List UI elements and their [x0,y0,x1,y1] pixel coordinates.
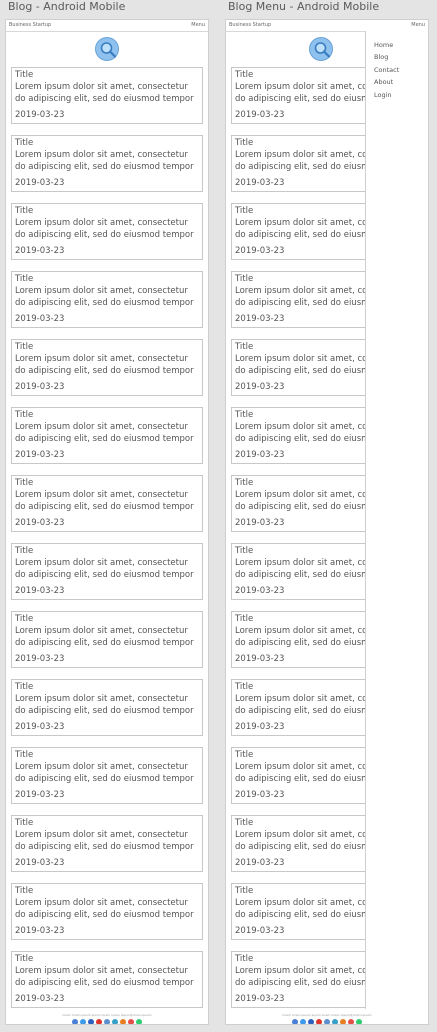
post-excerpt: Lorem ipsum dolor sit amet, consectetur … [15,286,194,308]
social-links [226,1019,428,1024]
post-card[interactable]: Title Lorem ipsum dolor sit amet, consect… [11,679,203,736]
post-title: Title [15,614,34,624]
post-excerpt: Lorem ipsum dolor sit amet, consectetur … [15,490,194,512]
phone-frame-blog-menu: Business Startup Menu Title Lorem ipsum d… [225,19,429,1025]
social-icon[interactable] [128,1019,134,1024]
post-excerpt: Lorem ipsum dolor sit amet, consectetur … [15,218,194,240]
post-date: 2019-03-23 [15,654,65,664]
social-icon[interactable] [104,1019,110,1024]
post-card[interactable]: Title Lorem ipsum dolor sit amet, consect… [11,815,203,872]
post-title: Title [15,410,34,420]
board-title-blog: Blog - Android Mobile [8,0,126,13]
search-icon[interactable] [95,37,119,61]
post-excerpt: Lorem ipsum dolor sit amet, consectetur … [15,694,194,716]
social-icon[interactable] [112,1019,118,1024]
post-date: 2019-03-23 [15,246,65,256]
brand-name[interactable]: Business Startup [9,20,51,31]
post-card[interactable]: Title Lorem ipsum dolor sit amet, consect… [11,883,203,940]
menu-item-about[interactable]: About [374,76,428,88]
social-icon[interactable] [300,1019,306,1024]
board-title-blog-menu: Blog Menu - Android Mobile [228,0,380,13]
post-card[interactable]: Title Lorem ipsum dolor sit amet, consect… [11,339,203,396]
post-card[interactable]: Title Lorem ipsum dolor sit amet, consect… [11,271,203,328]
social-icon[interactable] [324,1019,330,1024]
post-date: 2019-03-23 [15,722,65,732]
social-icon[interactable] [292,1019,298,1024]
post-title: Title [15,274,34,284]
post-date: 2019-03-23 [15,382,65,392]
post-title: Title [15,818,34,828]
brand-name[interactable]: Business Startup [229,20,271,31]
post-excerpt: Lorem ipsum dolor sit amet, consectetur … [15,354,194,376]
post-card[interactable]: Title Lorem ipsum dolor sit amet, consect… [11,747,203,804]
post-date: 2019-03-23 [15,110,65,120]
post-card[interactable]: Title Lorem ipsum dolor sit amet, consect… [11,203,203,260]
post-date: 2019-03-23 [15,858,65,868]
social-icon[interactable] [348,1019,354,1024]
post-excerpt: Lorem ipsum dolor sit amet, consectetur … [15,830,194,852]
post-date: 2019-03-23 [15,450,65,460]
menu-button[interactable]: Menu [191,20,205,31]
post-excerpt: Lorem ipsum dolor sit amet, consectetur … [15,82,194,104]
post-date: 2019-03-23 [15,994,65,1004]
post-date: 2019-03-23 [15,314,65,324]
social-icon[interactable] [356,1019,362,1024]
social-icon[interactable] [72,1019,78,1024]
post-date: 2019-03-23 [15,178,65,188]
post-title: Title [15,206,34,216]
post-card[interactable]: Title Lorem ipsum dolor sit amet, consect… [11,475,203,532]
social-links [6,1019,208,1024]
post-date: 2019-03-23 [15,926,65,936]
footer-text: lorem lorem ipsum ipsum lorem lorem ipsu… [62,1013,152,1017]
post-excerpt: Lorem ipsum dolor sit amet, consectetur … [15,558,194,580]
post-card[interactable]: Title Lorem ipsum dolor sit amet, consect… [11,543,203,600]
social-icon[interactable] [120,1019,126,1024]
post-date: 2019-03-23 [15,790,65,800]
post-title: Title [15,342,34,352]
post-title: Title [15,546,34,556]
post-excerpt: Lorem ipsum dolor sit amet, consectetur … [15,150,194,172]
post-date: 2019-03-23 [15,586,65,596]
footer: lorem lorem ipsum ipsum lorem lorem ipsu… [226,1013,428,1024]
post-card[interactable]: Title Lorem ipsum dolor sit amet, consect… [11,67,203,124]
post-title: Title [15,138,34,148]
post-date: 2019-03-23 [15,518,65,528]
post-title: Title [15,886,34,896]
menu-item-blog[interactable]: Blog [374,51,428,63]
social-icon[interactable] [308,1019,314,1024]
social-icon[interactable] [316,1019,322,1024]
post-excerpt: Lorem ipsum dolor sit amet, consectetur … [15,762,194,784]
menu-item-home[interactable]: Home [374,39,428,51]
social-icon[interactable] [340,1019,346,1024]
post-excerpt: Lorem ipsum dolor sit amet, consectetur … [15,422,194,444]
footer-text: lorem lorem ipsum ipsum lorem lorem ipsu… [282,1013,372,1017]
post-card[interactable]: Title Lorem ipsum dolor sit amet, consect… [11,611,203,668]
post-card[interactable]: Title Lorem ipsum dolor sit amet, consect… [11,951,203,1008]
social-icon[interactable] [136,1019,142,1024]
post-title: Title [15,954,34,964]
post-excerpt: Lorem ipsum dolor sit amet, consectetur … [15,898,194,920]
social-icon[interactable] [88,1019,94,1024]
post-title: Title [15,750,34,760]
footer: lorem lorem ipsum ipsum lorem lorem ipsu… [6,1013,208,1024]
post-excerpt: Lorem ipsum dolor sit amet, consectetur … [15,966,194,988]
post-card[interactable]: Title Lorem ipsum dolor sit amet, consect… [11,135,203,192]
post-title: Title [15,70,34,80]
menu-button[interactable]: Menu [411,20,425,31]
menu-item-login[interactable]: Login [374,89,428,101]
social-icon[interactable] [96,1019,102,1024]
social-icon[interactable] [332,1019,338,1024]
search-icon[interactable] [309,37,333,61]
post-title: Title [15,682,34,692]
post-card[interactable]: Title Lorem ipsum dolor sit amet, consect… [11,407,203,464]
post-excerpt: Lorem ipsum dolor sit amet, consectetur … [15,626,194,648]
side-menu-panel: Home Blog Contact About Login [365,31,428,1009]
top-bar: Business Startup Menu [6,20,208,32]
social-icon[interactable] [80,1019,86,1024]
post-title: Title [15,478,34,488]
phone-frame-blog: Business Startup Menu Title Lorem ipsum d… [5,19,209,1025]
post-list: Title Lorem ipsum dolor sit amet, consect… [11,67,203,1019]
menu-item-contact[interactable]: Contact [374,64,428,76]
